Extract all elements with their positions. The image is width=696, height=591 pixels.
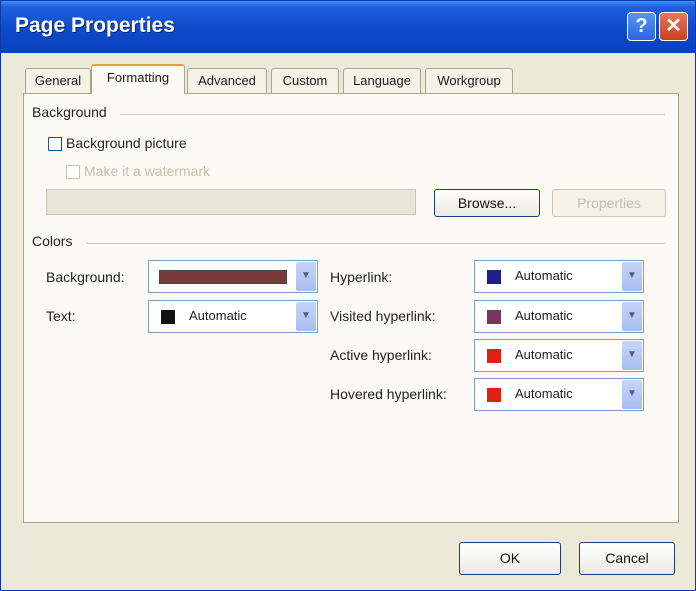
chevron-down-icon[interactable]: ▼ — [622, 341, 642, 370]
browse-button[interactable]: Browse... — [434, 189, 540, 217]
chevron-down-icon[interactable]: ▼ — [622, 262, 642, 291]
text-color-swatch — [161, 310, 175, 324]
hovered-hyperlink-color-value: Automatic — [515, 386, 573, 401]
active-hyperlink-color-value: Automatic — [515, 347, 573, 362]
page-properties-dialog: Page Properties ? ✕ General Formatting A… — [0, 0, 696, 591]
background-color-label: Background: — [46, 269, 125, 285]
background-color-swatch — [159, 270, 287, 284]
watermark-label[interactable]: Make it a watermark — [84, 163, 210, 179]
visited-hyperlink-color-value: Automatic — [515, 308, 573, 323]
visited-hyperlink-label: Visited hyperlink: — [330, 308, 436, 324]
active-hyperlink-color-swatch — [487, 349, 501, 363]
chevron-down-icon[interactable]: ▼ — [622, 302, 642, 331]
hyperlink-color-dropdown[interactable]: Automatic ▼ — [474, 260, 644, 293]
colors-group-label: Colors — [32, 233, 73, 249]
tab-general[interactable]: General — [25, 68, 91, 93]
visited-hyperlink-color-dropdown[interactable]: Automatic ▼ — [474, 300, 644, 333]
ok-button[interactable]: OK — [459, 542, 561, 575]
title-bar[interactable]: Page Properties ? ✕ — [1, 1, 695, 53]
background-divider — [120, 114, 665, 115]
tab-formatting[interactable]: Formatting — [91, 64, 185, 94]
watermark-checkbox[interactable] — [66, 165, 80, 179]
colors-divider — [86, 243, 665, 244]
chevron-down-icon[interactable]: ▼ — [622, 380, 642, 409]
help-icon[interactable]: ? — [627, 12, 656, 41]
hyperlink-label: Hyperlink: — [330, 269, 393, 285]
chevron-down-icon[interactable]: ▼ — [296, 262, 316, 291]
visited-hyperlink-color-swatch — [487, 310, 501, 324]
background-color-dropdown[interactable]: ▼ — [148, 260, 318, 293]
text-color-value: Automatic — [189, 308, 247, 323]
background-group-label: Background — [32, 104, 107, 120]
text-color-label: Text: — [46, 308, 76, 324]
hovered-hyperlink-label: Hovered hyperlink: — [330, 386, 447, 402]
tab-workgroup[interactable]: Workgroup — [425, 68, 513, 93]
tab-custom[interactable]: Custom — [271, 68, 339, 93]
hyperlink-color-swatch — [487, 270, 501, 284]
close-icon[interactable]: ✕ — [659, 12, 688, 41]
active-hyperlink-label: Active hyperlink: — [330, 347, 432, 363]
tab-advanced[interactable]: Advanced — [187, 68, 267, 93]
background-picture-label[interactable]: Background picture — [66, 135, 187, 151]
background-picture-checkbox[interactable] — [48, 137, 62, 151]
chevron-down-icon[interactable]: ▼ — [296, 302, 316, 331]
hyperlink-color-value: Automatic — [515, 268, 573, 283]
hovered-hyperlink-color-dropdown[interactable]: Automatic ▼ — [474, 378, 644, 411]
tab-language[interactable]: Language — [343, 68, 421, 93]
dialog-title: Page Properties — [15, 14, 175, 37]
hovered-hyperlink-color-swatch — [487, 388, 501, 402]
properties-button[interactable]: Properties — [552, 189, 666, 217]
text-color-dropdown[interactable]: Automatic ▼ — [148, 300, 318, 333]
active-hyperlink-color-dropdown[interactable]: Automatic ▼ — [474, 339, 644, 372]
cancel-button[interactable]: Cancel — [579, 542, 675, 575]
background-picture-path-input[interactable] — [46, 189, 416, 215]
formatting-panel: Background Background picture Make it a … — [23, 93, 679, 523]
